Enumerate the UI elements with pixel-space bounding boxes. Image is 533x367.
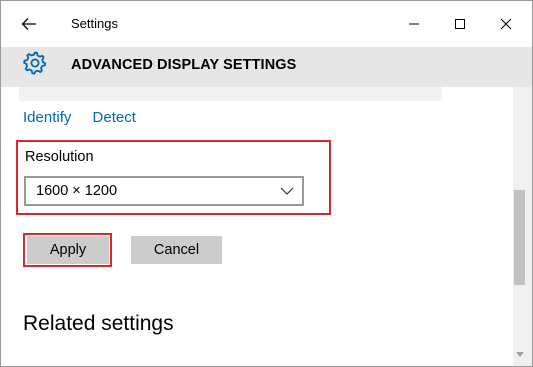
resolution-value: 1600 × 1200: [36, 183, 118, 199]
settings-window: Settings ADVANCED DISPLAY SETTINGS Ident…: [0, 0, 533, 367]
page-header: ADVANCED DISPLAY SETTINGS: [1, 47, 532, 87]
window-title: Settings: [71, 16, 118, 31]
back-button[interactable]: [15, 11, 43, 37]
cancel-button[interactable]: Cancel: [131, 236, 222, 264]
resolution-dropdown[interactable]: 1600 × 1200: [24, 176, 304, 206]
minimize-button[interactable]: [391, 1, 437, 47]
scroll-down-arrow-icon: [516, 351, 524, 357]
apply-button[interactable]: Apply: [27, 236, 109, 264]
scrollbar-thumb[interactable]: [514, 190, 525, 285]
resolution-highlight-box: Resolution 1600 × 1200: [16, 140, 331, 215]
identify-link[interactable]: Identify: [23, 109, 71, 126]
related-settings-heading: Related settings: [23, 312, 174, 335]
back-arrow-icon: [21, 18, 36, 30]
maximize-icon: [455, 19, 465, 29]
resolution-label: Resolution: [25, 149, 94, 165]
page-title: ADVANCED DISPLAY SETTINGS: [71, 57, 297, 73]
scroll-down-button[interactable]: [514, 347, 526, 361]
title-bar: Settings: [1, 1, 532, 47]
content-area: Identify Detect Resolution 1600 × 1200 A…: [1, 87, 513, 366]
maximize-button[interactable]: [437, 1, 483, 47]
display-preview-panel: [19, 87, 442, 101]
chevron-down-icon: [280, 187, 294, 195]
close-icon: [500, 18, 512, 30]
display-links: Identify Detect: [23, 109, 136, 126]
minimize-icon: [409, 23, 419, 25]
close-button[interactable]: [483, 1, 529, 47]
detect-link[interactable]: Detect: [93, 109, 136, 126]
gear-icon: [23, 51, 47, 75]
